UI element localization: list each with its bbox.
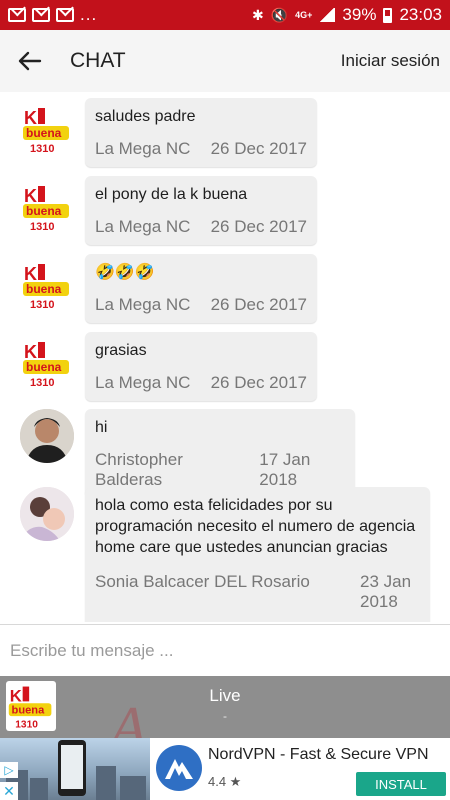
message-text: hola como esta felicidades por su progra… bbox=[95, 497, 420, 556]
message-bubble[interactable]: grasias La Mega NC 26 Dec 2017 bbox=[85, 332, 317, 401]
message-author: La Mega NC bbox=[95, 139, 191, 158]
svg-text:K: K bbox=[24, 108, 37, 128]
nordvpn-app-icon bbox=[156, 745, 202, 791]
more-notifications: ... bbox=[80, 5, 98, 24]
message-text: saludes padre bbox=[95, 108, 196, 125]
close-icon[interactable]: ✕ bbox=[0, 782, 18, 800]
station-logo-avatar: Kbuena 1310 bbox=[20, 180, 74, 234]
battery-icon bbox=[383, 7, 393, 23]
message-bubble[interactable]: hi Christopher Balderas 17 Jan 2018 bbox=[85, 409, 355, 498]
message-bubble[interactable]: hola como esta felicidades por su progra… bbox=[85, 487, 430, 622]
mute-icon: 🔇 bbox=[270, 6, 289, 23]
message-date: 26 Dec 2017 bbox=[210, 139, 307, 158]
message-date: 26 Dec 2017 bbox=[210, 217, 307, 236]
message-author: La Mega NC bbox=[95, 217, 191, 236]
message-input[interactable] bbox=[0, 625, 450, 676]
signal-icon bbox=[319, 8, 336, 22]
user-avatar bbox=[20, 487, 74, 541]
install-button[interactable]: INSTALL bbox=[356, 772, 446, 796]
svg-text:buena: buena bbox=[26, 282, 62, 296]
back-button[interactable] bbox=[0, 30, 60, 92]
notification-icon bbox=[8, 8, 26, 22]
message-bubble[interactable]: saludes padre La Mega NC 26 Dec 2017 bbox=[85, 98, 317, 167]
clock: 23:03 bbox=[399, 5, 442, 24]
svg-text:K: K bbox=[24, 264, 37, 284]
message-author: La Mega NC bbox=[95, 373, 191, 392]
phone-illustration bbox=[58, 740, 86, 796]
svg-text:K: K bbox=[24, 186, 37, 206]
login-link[interactable]: Iniciar sesión bbox=[341, 51, 440, 71]
message-text: el pony de la k buena bbox=[95, 186, 248, 203]
mail-icon bbox=[32, 8, 50, 22]
ad-banner[interactable]: ▷ ✕ NordVPN - Fast & Secure VPN 4.4 ★ IN… bbox=[0, 738, 450, 800]
battery-percent: 39% bbox=[342, 5, 377, 24]
svg-text:1310: 1310 bbox=[30, 377, 54, 389]
live-subtitle: - bbox=[223, 709, 227, 723]
message-text: 🤣🤣🤣 bbox=[95, 264, 155, 281]
app-header: CHAT Iniciar sesión bbox=[0, 30, 450, 92]
chat-list[interactable]: Kbuena 1310 saludes padre La Mega NC 26 De… bbox=[0, 92, 450, 622]
message-author: La Mega NC bbox=[95, 295, 191, 314]
status-bar: ... ✱ 🔇 4G+ 39% 23:03 bbox=[0, 0, 450, 30]
message-author: Sonia Balcacer DEL Rosario bbox=[95, 572, 310, 591]
page-title: CHAT bbox=[70, 49, 126, 72]
network-type: 4G+ bbox=[295, 9, 313, 20]
message-bubble[interactable]: el pony de la k buena La Mega NC 26 Dec 2… bbox=[85, 176, 317, 245]
message-date: 26 Dec 2017 bbox=[210, 373, 307, 392]
svg-text:1310: 1310 bbox=[30, 221, 54, 233]
message-date: 23 Jan 2018 bbox=[360, 572, 412, 611]
mail-icon bbox=[56, 8, 74, 22]
message-bubble[interactable]: 🤣🤣🤣 La Mega NC 26 Dec 2017 bbox=[85, 254, 317, 323]
svg-text:buena: buena bbox=[26, 204, 62, 218]
live-label: Live bbox=[209, 686, 241, 705]
message-date: 26 Dec 2017 bbox=[210, 295, 307, 314]
user-avatar bbox=[20, 409, 74, 463]
message-date: 17 Jan 2018 bbox=[259, 450, 311, 489]
ad-title: NordVPN - Fast & Secure VPN bbox=[208, 746, 429, 763]
station-logo-avatar: Kbuena 1310 bbox=[20, 258, 74, 312]
back-arrow-icon bbox=[18, 51, 42, 71]
message-text: hi bbox=[95, 419, 108, 436]
ad-image bbox=[0, 738, 150, 800]
ad-rating: 4.4 ★ bbox=[208, 774, 242, 789]
message-author: Christopher Balderas bbox=[95, 450, 183, 489]
svg-text:1310: 1310 bbox=[30, 143, 54, 155]
svg-text:K: K bbox=[24, 342, 37, 362]
live-player[interactable]: A Kbuena 1310 Live - bbox=[0, 676, 450, 738]
station-logo-avatar: Kbuena 1310 bbox=[20, 336, 74, 390]
bluetooth-icon: ✱ bbox=[251, 6, 264, 23]
station-logo-avatar: Kbuena 1310 bbox=[20, 102, 74, 156]
ad-choices-icon[interactable]: ▷ bbox=[0, 762, 18, 778]
svg-text:buena: buena bbox=[26, 360, 62, 374]
svg-text:1310: 1310 bbox=[30, 299, 54, 311]
message-text: grasias bbox=[95, 342, 147, 359]
svg-text:buena: buena bbox=[26, 126, 62, 140]
message-input-bar bbox=[0, 624, 450, 676]
